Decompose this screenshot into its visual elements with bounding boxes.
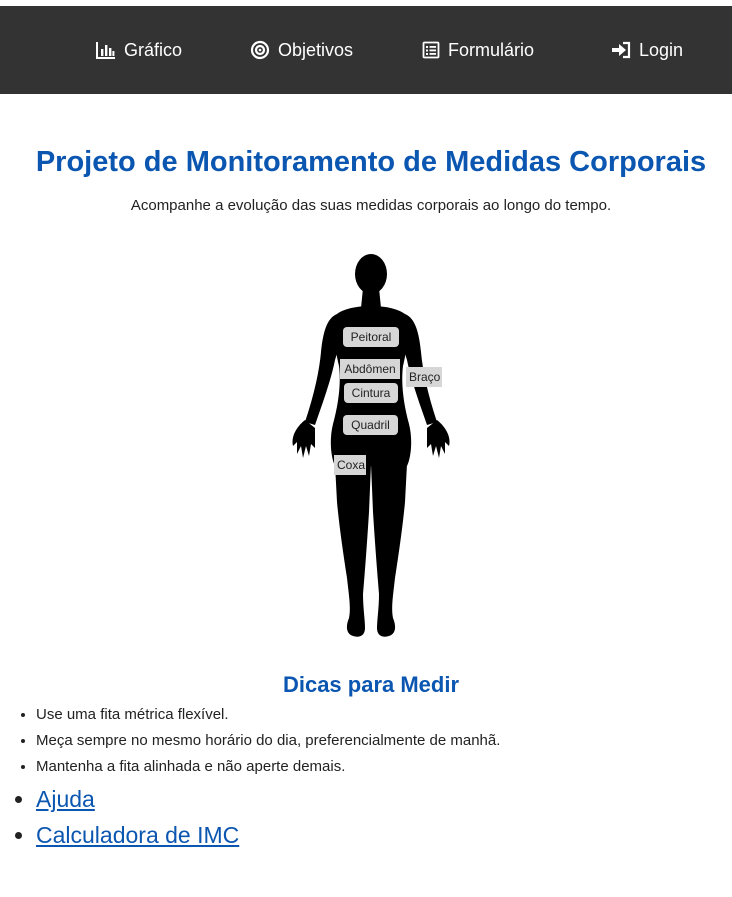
body-figure	[285, 252, 457, 642]
help-link[interactable]: Ajuda	[36, 786, 95, 812]
measure-label-abdomen[interactable]: Abdômen	[340, 359, 400, 379]
page-title: Projeto de Monitoramento de Medidas Corp…	[35, 146, 707, 178]
nav-item-login[interactable]: Login	[611, 6, 683, 94]
tips-title: Dicas para Medir	[282, 672, 460, 697]
nav-item-formulario[interactable]: Formulário	[422, 6, 534, 94]
nav-label-grafico: Gráfico	[124, 39, 183, 60]
nav-label-login: Login	[639, 39, 684, 60]
form-icon	[422, 41, 440, 59]
measure-label-braco[interactable]: Braço	[406, 367, 442, 387]
tip-item: Use uma fita métrica flexível.	[36, 705, 500, 731]
tip-item: Meça sempre no mesmo horário do dia, pre…	[36, 731, 500, 757]
measure-label-cintura[interactable]: Cintura	[344, 383, 398, 403]
link-item: Calculadora de IMC	[36, 821, 239, 857]
tips-list: Use uma fita métrica flexível. Meça semp…	[36, 705, 500, 783]
bmi-calculator-link[interactable]: Calculadora de IMC	[36, 822, 239, 848]
measure-label-quadril[interactable]: Quadril	[343, 415, 398, 435]
login-icon	[611, 41, 631, 59]
nav-label-objetivos: Objetivos	[278, 39, 354, 60]
nav-item-objetivos[interactable]: Objetivos	[250, 6, 353, 94]
link-item: Ajuda	[36, 785, 239, 821]
bar-chart-icon	[96, 41, 116, 59]
measure-label-peitoral[interactable]: Peitoral	[343, 327, 399, 347]
page-subtitle: Acompanhe a evolução das suas medidas co…	[130, 197, 612, 214]
target-icon	[250, 40, 270, 60]
links-list: Ajuda Calculadora de IMC	[36, 785, 239, 857]
nav-item-grafico[interactable]: Gráfico	[96, 6, 182, 94]
measure-label-coxa[interactable]: Coxa	[334, 455, 366, 475]
body-silhouette-icon	[292, 254, 450, 637]
nav-label-formulario: Formulário	[448, 39, 535, 60]
tip-item: Mantenha a fita alinhada e não aperte de…	[36, 757, 500, 783]
top-navbar: Gráfico Objetivos Formulário Login	[0, 6, 732, 94]
